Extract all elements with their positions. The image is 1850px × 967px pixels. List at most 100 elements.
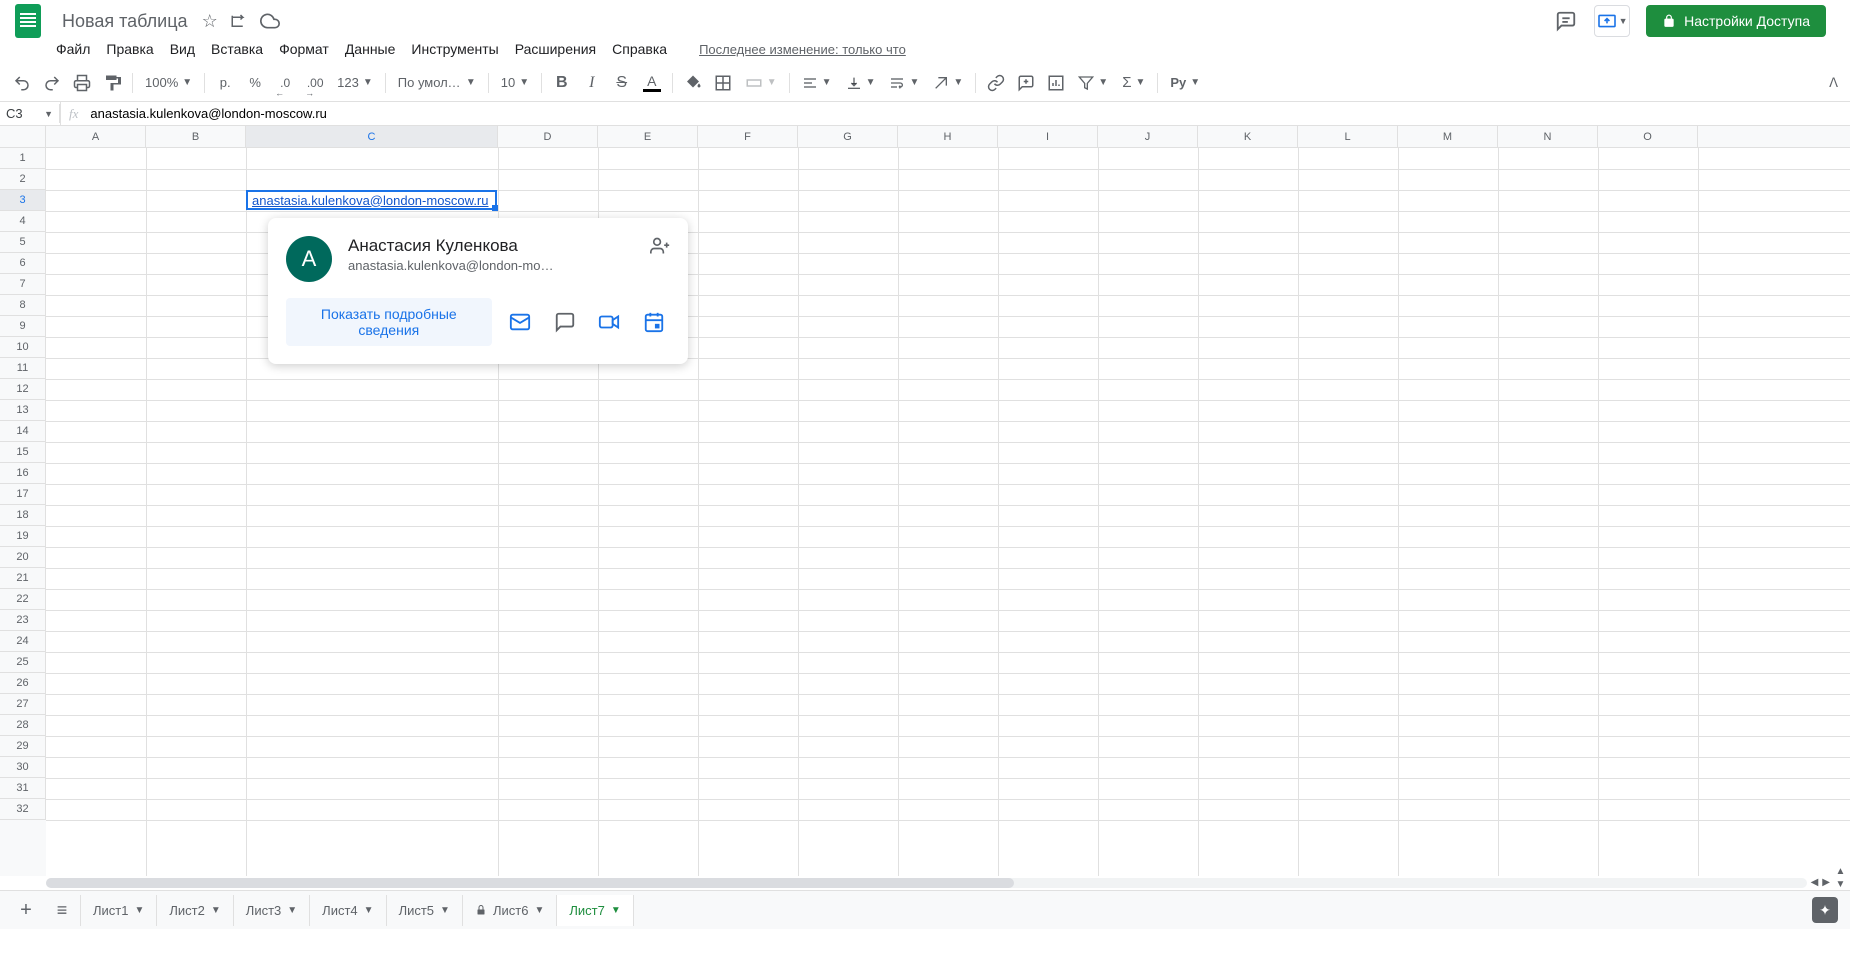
menu-edit[interactable]: Правка: [98, 37, 161, 61]
star-icon[interactable]: ☆: [202, 11, 218, 32]
share-button[interactable]: Настройки Доступа: [1646, 5, 1826, 37]
row-header-13[interactable]: 13: [0, 400, 46, 421]
zoom-dropdown[interactable]: 100%▼: [139, 71, 198, 94]
currency-icon[interactable]: р.: [211, 69, 239, 97]
row-header-8[interactable]: 8: [0, 295, 46, 316]
row-header-27[interactable]: 27: [0, 694, 46, 715]
avatar[interactable]: А: [286, 236, 332, 282]
menu-data[interactable]: Данные: [337, 37, 404, 61]
redo-icon[interactable]: [38, 69, 66, 97]
rotate-dropdown[interactable]: ▼: [927, 71, 969, 95]
menu-extensions[interactable]: Расширения: [507, 37, 604, 61]
row-header-19[interactable]: 19: [0, 526, 46, 547]
print-icon[interactable]: [68, 69, 96, 97]
video-icon[interactable]: [593, 304, 626, 340]
row-header-3[interactable]: 3: [0, 190, 46, 211]
row-header-28[interactable]: 28: [0, 715, 46, 736]
row-header-30[interactable]: 30: [0, 757, 46, 778]
merge-dropdown[interactable]: ▼: [739, 70, 783, 96]
scroll-down-icon[interactable]: ▼: [1833, 879, 1848, 890]
col-header-G[interactable]: G: [798, 126, 898, 147]
detail-button[interactable]: Показать подробные сведения: [286, 298, 492, 346]
explore-button[interactable]: ✦: [1812, 897, 1838, 923]
last-edit-link[interactable]: Последнее изменение: только что: [691, 38, 914, 61]
sheet-tab-Лист7[interactable]: Лист7▼: [557, 895, 633, 926]
comment-history-icon[interactable]: [1554, 9, 1578, 33]
chevron-down-icon[interactable]: ▼: [134, 905, 144, 916]
chat-icon[interactable]: [548, 304, 581, 340]
email-icon[interactable]: [504, 304, 537, 340]
comment-icon[interactable]: [1012, 69, 1040, 97]
wrap-dropdown[interactable]: ▼: [883, 71, 925, 95]
select-all-corner[interactable]: [0, 126, 46, 147]
chart-icon[interactable]: [1042, 69, 1070, 97]
row-header-16[interactable]: 16: [0, 463, 46, 484]
row-header-17[interactable]: 17: [0, 484, 46, 505]
cell-reference[interactable]: C3▼: [0, 104, 60, 123]
row-header-14[interactable]: 14: [0, 421, 46, 442]
col-header-B[interactable]: B: [146, 126, 246, 147]
row-header-18[interactable]: 18: [0, 505, 46, 526]
col-header-I[interactable]: I: [998, 126, 1098, 147]
col-header-F[interactable]: F: [698, 126, 798, 147]
chevron-down-icon[interactable]: ▼: [534, 905, 544, 916]
row-header-15[interactable]: 15: [0, 442, 46, 463]
chevron-down-icon[interactable]: ▼: [211, 905, 221, 916]
percent-icon[interactable]: %: [241, 69, 269, 97]
halign-dropdown[interactable]: ▼: [796, 71, 838, 95]
row-header-10[interactable]: 10: [0, 337, 46, 358]
col-header-E[interactable]: E: [598, 126, 698, 147]
col-header-H[interactable]: H: [898, 126, 998, 147]
move-icon[interactable]: [230, 12, 248, 30]
scroll-up-icon[interactable]: ▲: [1833, 866, 1848, 877]
bold-icon[interactable]: B: [548, 69, 576, 97]
row-header-4[interactable]: 4: [0, 211, 46, 232]
col-header-C[interactable]: C: [246, 126, 498, 147]
col-header-M[interactable]: M: [1398, 126, 1498, 147]
active-cell[interactable]: anastasia.kulenkova@london-moscow.ru: [246, 190, 497, 210]
undo-icon[interactable]: [8, 69, 36, 97]
menu-tools[interactable]: Инструменты: [403, 37, 506, 61]
number-format-dropdown[interactable]: 123▼: [331, 71, 379, 94]
formula-input[interactable]: [86, 104, 1850, 123]
row-header-24[interactable]: 24: [0, 631, 46, 652]
chevron-down-icon[interactable]: ▼: [287, 905, 297, 916]
menu-insert[interactable]: Вставка: [203, 37, 271, 61]
menu-file[interactable]: Файл: [48, 37, 98, 61]
scroll-left-icon[interactable]: ◀: [1811, 877, 1819, 888]
text-color-icon[interactable]: A: [638, 69, 666, 97]
link-icon[interactable]: [982, 69, 1010, 97]
menu-help[interactable]: Справка: [604, 37, 675, 61]
row-header-9[interactable]: 9: [0, 316, 46, 337]
col-header-L[interactable]: L: [1298, 126, 1398, 147]
sheet-tab-Лист6[interactable]: Лист6▼: [463, 895, 557, 926]
present-button[interactable]: ▼: [1594, 5, 1630, 37]
valign-dropdown[interactable]: ▼: [840, 71, 882, 95]
borders-icon[interactable]: [709, 69, 737, 97]
scroll-right-icon[interactable]: ▶: [1822, 877, 1830, 888]
italic-icon[interactable]: I: [578, 69, 606, 97]
calendar-icon[interactable]: [637, 304, 670, 340]
functions-dropdown[interactable]: Σ▼: [1116, 70, 1151, 95]
row-header-21[interactable]: 21: [0, 568, 46, 589]
sheets-logo[interactable]: [8, 1, 48, 41]
font-dropdown[interactable]: По умолча...▼: [392, 71, 482, 94]
col-header-D[interactable]: D: [498, 126, 598, 147]
row-header-6[interactable]: 6: [0, 253, 46, 274]
col-header-A[interactable]: A: [46, 126, 146, 147]
col-header-K[interactable]: K: [1198, 126, 1298, 147]
strikethrough-icon[interactable]: S: [608, 69, 636, 97]
row-header-26[interactable]: 26: [0, 673, 46, 694]
menu-format[interactable]: Формат: [271, 37, 337, 61]
chevron-down-icon[interactable]: ▼: [611, 905, 621, 916]
add-sheet-icon[interactable]: +: [8, 892, 44, 928]
row-header-29[interactable]: 29: [0, 736, 46, 757]
col-header-N[interactable]: N: [1498, 126, 1598, 147]
sheet-tab-Лист1[interactable]: Лист1▼: [80, 895, 157, 926]
fill-color-icon[interactable]: [679, 69, 707, 97]
row-header-7[interactable]: 7: [0, 274, 46, 295]
paint-format-icon[interactable]: [98, 69, 126, 97]
row-header-20[interactable]: 20: [0, 547, 46, 568]
all-sheets-icon[interactable]: ≡: [44, 892, 80, 928]
row-header-2[interactable]: 2: [0, 169, 46, 190]
